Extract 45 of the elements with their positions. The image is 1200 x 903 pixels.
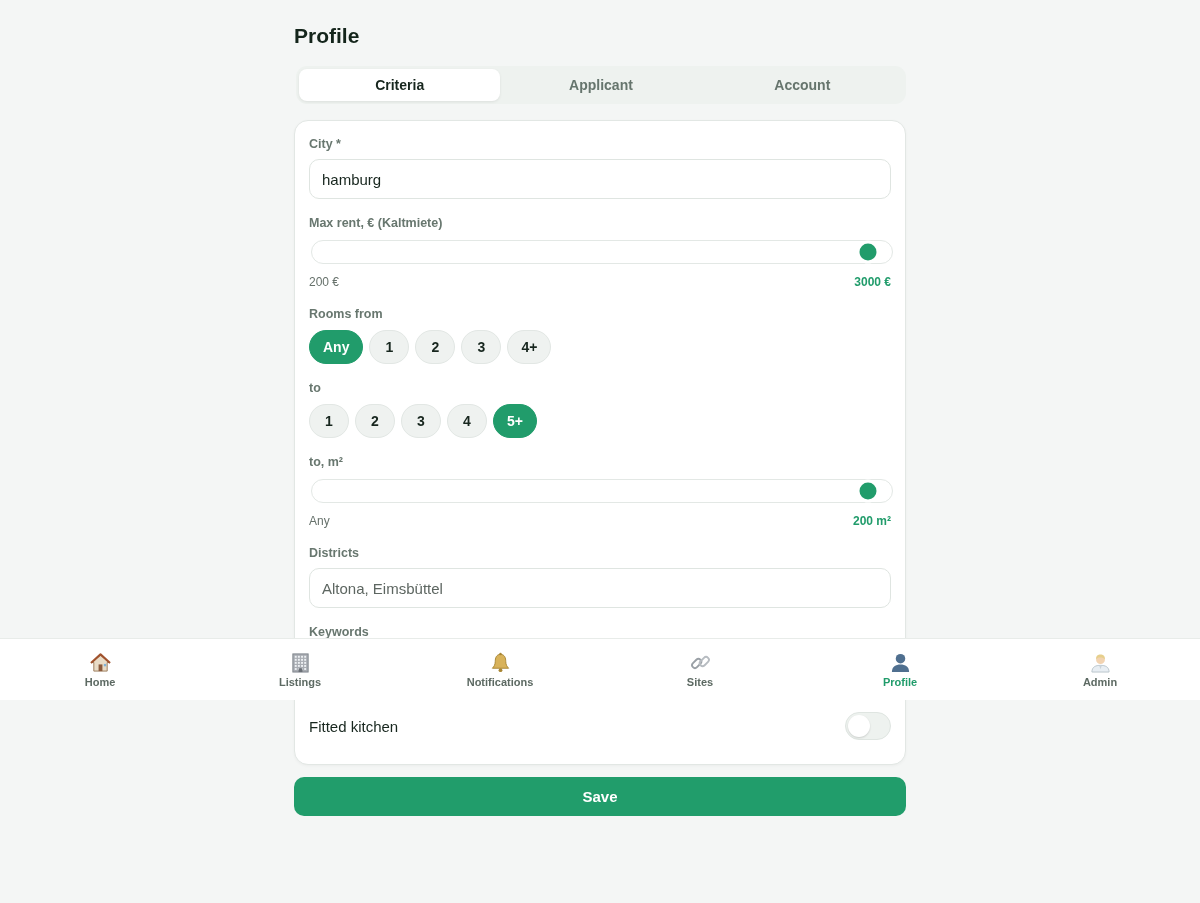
- option-chip[interactable]: Any: [309, 330, 364, 364]
- option-chip[interactable]: 2: [415, 330, 456, 364]
- option-chip[interactable]: 1: [309, 404, 349, 438]
- toggle-switch[interactable]: [845, 712, 891, 740]
- field-label: to, m²: [309, 455, 344, 470]
- toggle-label: Fitted kitchen: [309, 717, 399, 735]
- bell-icon: [489, 651, 511, 673]
- option-chip[interactable]: 3: [461, 330, 502, 364]
- person-silhouette-icon: [889, 651, 911, 673]
- field-label: City *: [309, 137, 341, 152]
- building-icon: [289, 651, 311, 673]
- slider-min-label: 200 €: [309, 275, 340, 289]
- nav-item[interactable]: Home: [0, 639, 200, 700]
- input-field[interactable]: hamburg: [309, 159, 891, 199]
- slider-min-label: Any: [309, 514, 330, 528]
- page-title: Profile: [294, 23, 360, 49]
- nav-item[interactable]: Notifications: [400, 639, 600, 700]
- field-label: Districts: [309, 546, 360, 561]
- option-chip[interactable]: 4: [447, 404, 487, 438]
- nav-item[interactable]: Sites: [600, 639, 800, 700]
- slider-value: 3000 €: [854, 275, 891, 289]
- slider-thumb[interactable]: [859, 243, 877, 261]
- option-chip[interactable]: 2: [355, 404, 395, 438]
- tab[interactable]: Applicant: [500, 69, 702, 101]
- man-icon: [1089, 651, 1111, 673]
- slider-thumb[interactable]: [859, 482, 877, 500]
- option-chip[interactable]: 1: [369, 330, 410, 364]
- tab[interactable]: Account: [701, 69, 903, 101]
- save-button[interactable]: Save: [294, 777, 906, 816]
- field-label: to: [309, 381, 321, 396]
- nav-item[interactable]: Profile: [800, 639, 1000, 700]
- slider-value: 200 m²: [852, 514, 891, 528]
- slider-track[interactable]: [311, 240, 893, 264]
- option-chip[interactable]: 5+: [493, 404, 537, 438]
- nav-item[interactable]: Listings: [200, 639, 400, 700]
- field-label: Rooms from: [309, 307, 383, 322]
- house-icon: [89, 651, 111, 673]
- option-chip[interactable]: 3: [401, 404, 441, 438]
- option-chip[interactable]: 4+: [507, 330, 552, 364]
- tab[interactable]: Criteria: [299, 69, 501, 101]
- field-label: Keywords: [309, 625, 369, 640]
- nav-item[interactable]: Admin: [1000, 639, 1200, 700]
- input-field[interactable]: Altona, Eimsbüttel: [309, 568, 891, 608]
- slider-track[interactable]: [311, 479, 893, 503]
- field-label: Max rent, € (Kaltmiete): [309, 216, 443, 231]
